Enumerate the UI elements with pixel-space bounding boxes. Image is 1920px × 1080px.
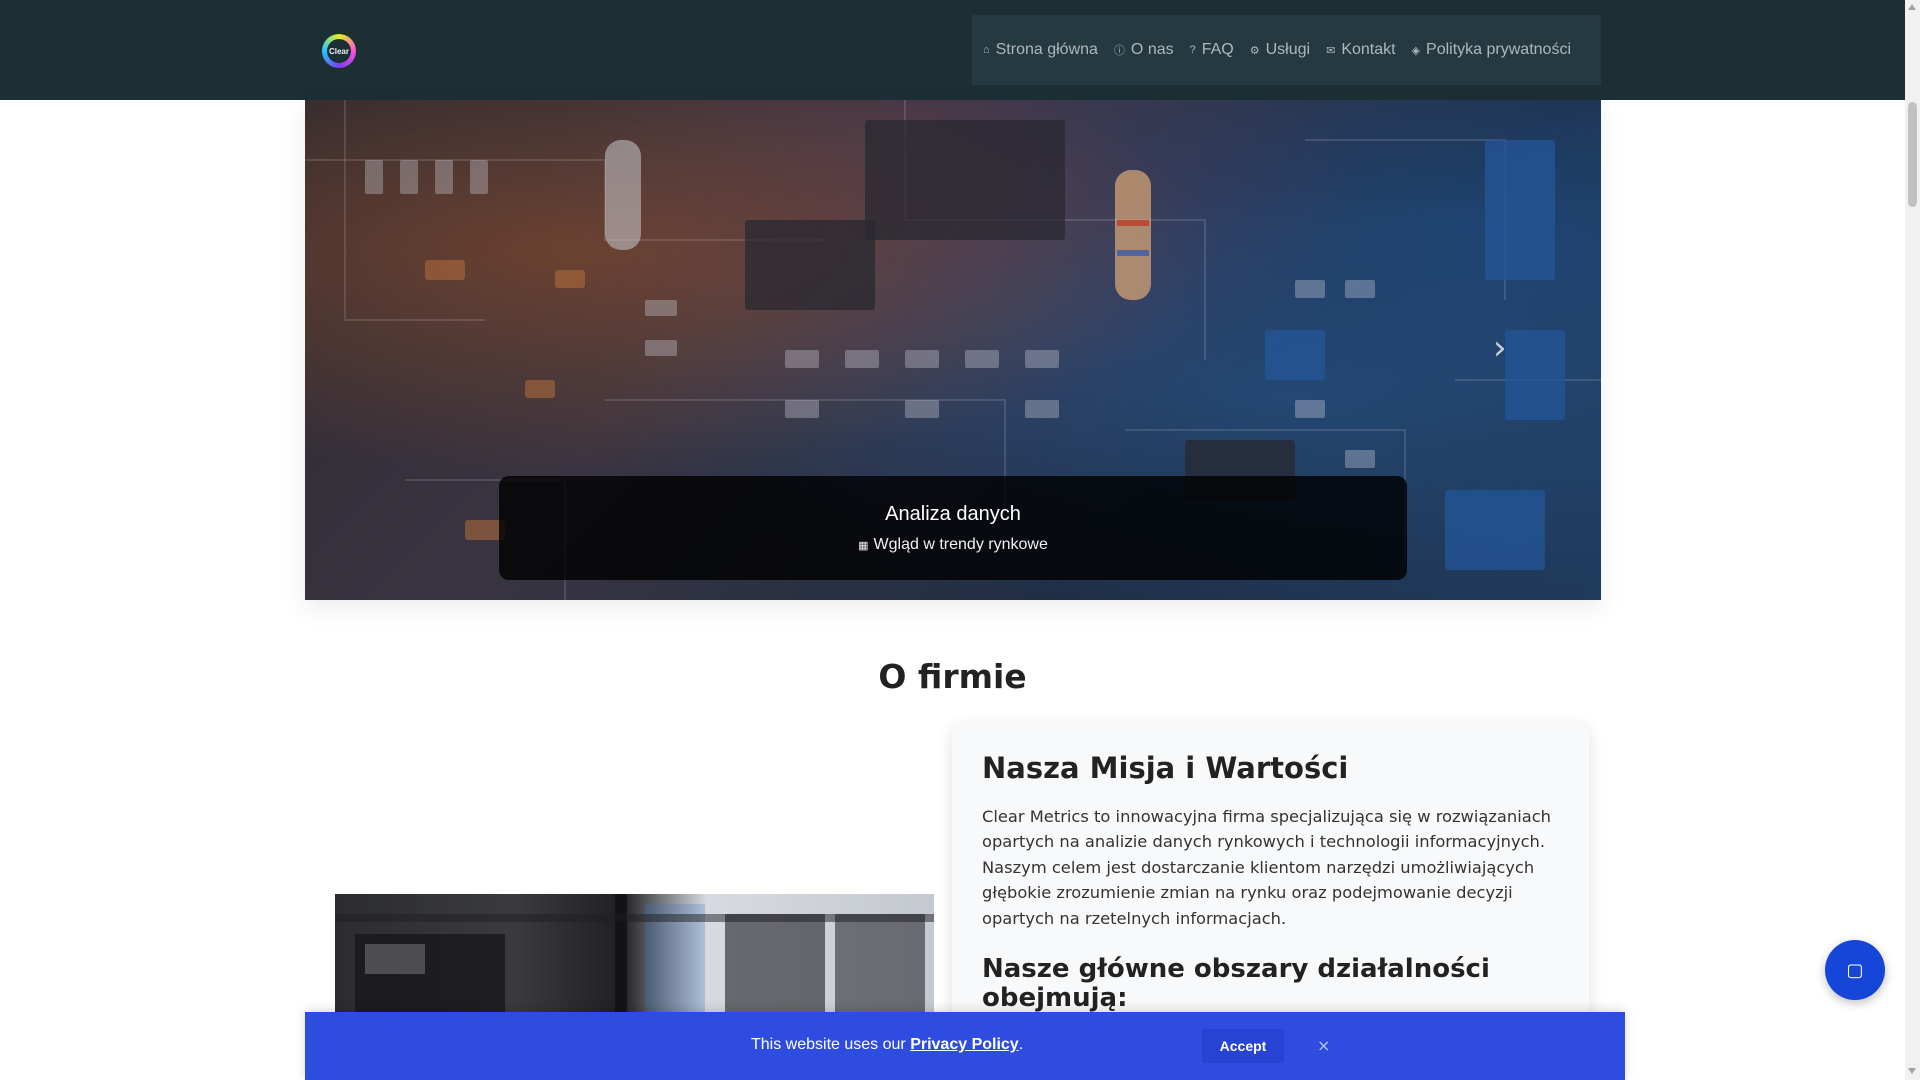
card-paragraph: Clear Metrics to innowacyjna firma specj… <box>982 806 1551 928</box>
services-icon: ⚙ <box>1249 44 1260 57</box>
shield-icon: ◈ <box>1411 44 1421 57</box>
accept-button[interactable]: Accept <box>1202 1029 1284 1063</box>
cookie-period: . <box>1018 1036 1024 1053</box>
card-heading: Nasza Misja i Wartości <box>982 751 1349 785</box>
chat-icon: ▢ <box>1846 959 1864 981</box>
cookie-text: This website uses our Privacy Policy. <box>751 1036 1023 1054</box>
nav-item-label: Strona główna <box>995 41 1098 58</box>
scroll-down-arrow-icon[interactable] <box>1908 1068 1916 1074</box>
nav-item-about[interactable]: ⓘ O nas <box>1106 41 1182 59</box>
nav-item-label: Polityka prywatności <box>1426 41 1571 58</box>
section-title: O firmie <box>878 657 1027 696</box>
main-nav: ⌂ Strona główna ⓘ O nas ? FAQ ⚙ Usługi ✉… <box>972 15 1601 85</box>
chart-icon: ▦ <box>858 539 869 552</box>
hero-title: Analiza danych <box>885 502 1021 525</box>
close-icon[interactable]: × <box>1317 1036 1330 1055</box>
nav-item-services[interactable]: ⚙ Usługi <box>1242 41 1318 59</box>
cookie-banner: This website uses our Privacy Policy. Ac… <box>305 1012 1625 1080</box>
logo[interactable]: Clear <box>322 34 356 68</box>
home-icon: ⌂ <box>982 44 990 56</box>
chat-button[interactable]: ▢ <box>1825 940 1885 1000</box>
nav-item-label: Kontakt <box>1341 41 1396 58</box>
nav-item-label: FAQ <box>1201 41 1234 58</box>
hero-caption: Analiza danych ▦ Wgląd w trendy rynkowe <box>499 476 1407 580</box>
hero-subtitle: Wgląd w trendy rynkowe <box>873 535 1048 553</box>
card-subheading: Nasze główne obszary działalności obejmu… <box>982 954 1490 1014</box>
nav-item-privacy[interactable]: ◈ Polityka prywatności <box>1404 41 1579 59</box>
cookie-message: This website uses our <box>751 1036 911 1053</box>
question-icon: ? <box>1189 44 1196 56</box>
nav-item-label: Usługi <box>1265 41 1311 58</box>
nav-item-home[interactable]: ⌂ Strona główna <box>975 41 1106 59</box>
nav-item-faq[interactable]: ? FAQ <box>1182 41 1242 59</box>
scroll-thumb[interactable] <box>1908 102 1917 207</box>
page-scrollbar[interactable] <box>1905 0 1920 1080</box>
info-icon: ⓘ <box>1113 45 1125 57</box>
hero-carousel: › Analiza danych ▦ Wgląd w trendy rynkowe <box>305 100 1601 600</box>
scroll-up-arrow-icon[interactable] <box>1908 4 1916 10</box>
logo-text: Clear <box>327 39 351 63</box>
nav-item-label: O nas <box>1130 41 1174 58</box>
carousel-next-chevron-icon[interactable]: › <box>1493 328 1507 368</box>
nav-item-contact[interactable]: ✉ Kontakt <box>1318 41 1403 59</box>
envelope-icon: ✉ <box>1326 44 1336 57</box>
privacy-policy-link[interactable]: Privacy Policy <box>910 1036 1019 1053</box>
hero-subtitle-row: ▦ Wgląd w trendy rynkowe <box>858 536 1048 554</box>
site-header: Clear ⌂ Strona główna ⓘ O nas ? FAQ ⚙ Us… <box>0 0 1905 100</box>
